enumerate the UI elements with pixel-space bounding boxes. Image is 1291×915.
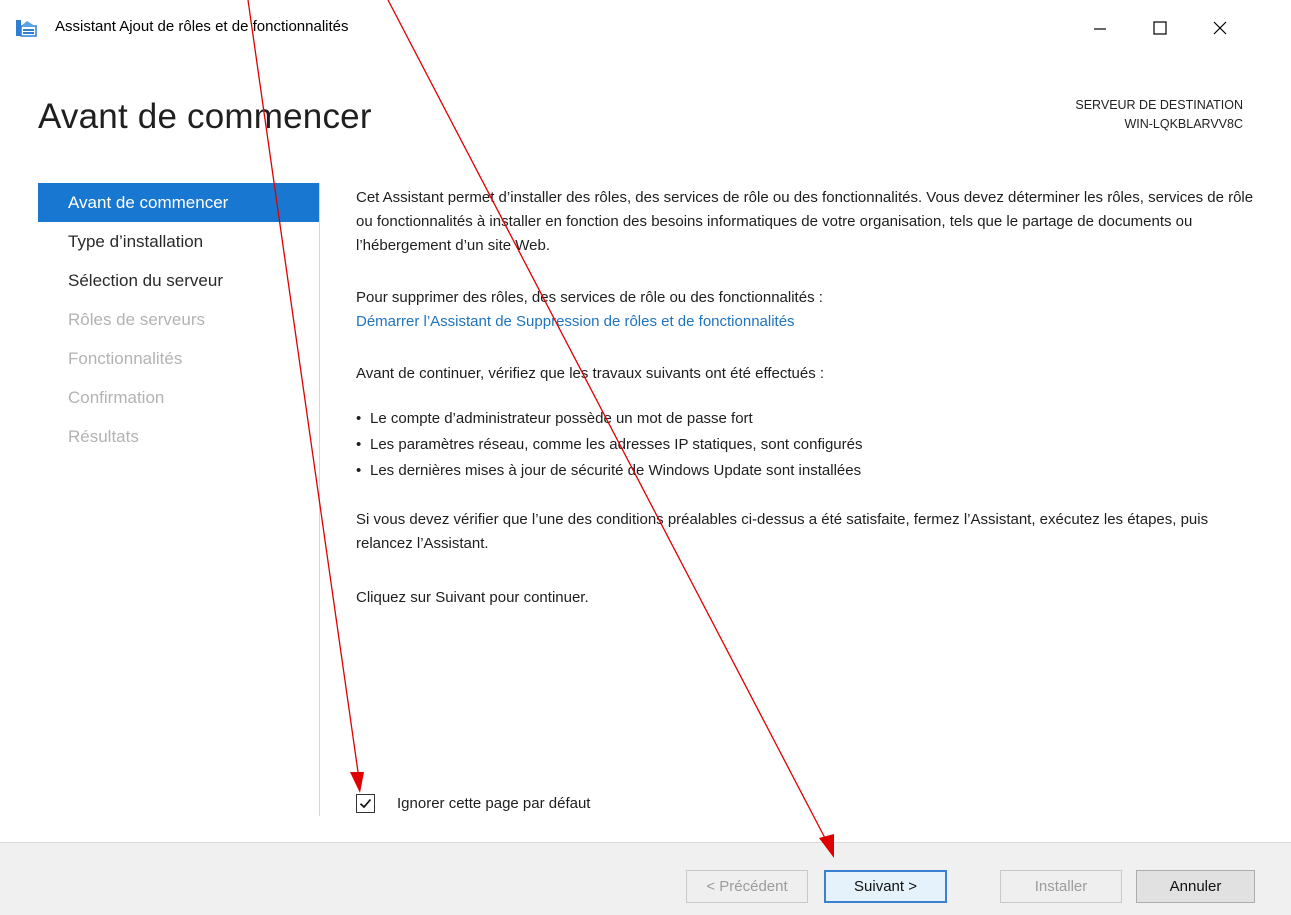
list-item: • Les paramètres réseau, comme les adress…: [356, 432, 1261, 458]
maximize-icon: [1153, 21, 1167, 35]
minimize-button[interactable]: [1080, 14, 1120, 42]
previous-button[interactable]: < Précédent: [686, 870, 808, 903]
bullet-icon: •: [356, 462, 362, 479]
window-title: Assistant Ajout de rôles et de fonctionn…: [55, 18, 349, 35]
install-button[interactable]: Installer: [1000, 870, 1122, 903]
prerequisites-list: • Le compte d’administrateur possède un m…: [356, 406, 1261, 484]
remove-section: Pour supprimer des rôles, des services d…: [356, 286, 1261, 334]
sidebar-item-resultats: Résultats: [68, 427, 139, 446]
sidebar-item-avant-de-commencer[interactable]: Avant de commencer: [38, 183, 320, 222]
sidebar-item-selection-serveur[interactable]: Sélection du serveur: [38, 261, 320, 300]
before-continue-text: Avant de continuer, vérifiez que les tra…: [356, 365, 825, 382]
list-item: • Les dernières mises à jour de sécurité …: [356, 458, 1261, 484]
wizard-footer: < Précédent Suivant > Installer Annuler: [0, 842, 1291, 915]
wizard-steps-sidebar: Avant de commencer Type d’installation S…: [38, 183, 320, 456]
title-bar: Assistant Ajout de rôles et de fonctionn…: [0, 0, 1291, 56]
prereq-note: Si vous devez vérifier que l’une des con…: [356, 511, 1209, 552]
maximize-button[interactable]: [1140, 14, 1180, 42]
remove-text: Pour supprimer des rôles, des services d…: [356, 289, 823, 306]
bullet-icon: •: [356, 436, 362, 453]
sidebar-item-type-installation[interactable]: Type d’installation: [38, 222, 320, 261]
minimize-icon: [1094, 28, 1106, 30]
cancel-button[interactable]: Annuler: [1136, 870, 1255, 903]
skip-page-checkbox[interactable]: [356, 793, 375, 813]
skip-page-label: Ignorer cette page par défaut: [397, 794, 591, 812]
sidebar-item-fonctionnalites: Fonctionnalités: [68, 349, 183, 368]
close-icon: [1213, 21, 1227, 35]
sidebar-divider: [319, 183, 320, 816]
sidebar-item-roles-serveurs: Rôles de serveurs: [68, 310, 206, 329]
destination-server: SERVEUR DE DESTINATION WIN-LQKBLARVV8C: [1075, 96, 1243, 134]
checkmark-icon: [359, 798, 372, 808]
sidebar-item-confirmation: Confirmation: [68, 388, 165, 407]
destination-server-name: WIN-LQKBLARVV8C: [1124, 117, 1243, 131]
skip-page-option[interactable]: Ignorer cette page par défaut: [356, 791, 590, 815]
remove-roles-link[interactable]: Démarrer l’Assistant de Suppression de r…: [356, 313, 795, 330]
close-button[interactable]: [1200, 14, 1240, 42]
destination-label: SERVEUR DE DESTINATION: [1075, 98, 1243, 112]
intro-text: Cet Assistant permet d’installer des rôl…: [356, 189, 1254, 254]
click-next-text: Cliquez sur Suivant pour continuer.: [356, 589, 589, 606]
bullet-icon: •: [356, 410, 362, 427]
server-manager-icon: [15, 17, 37, 39]
list-item: • Le compte d’administrateur possède un m…: [356, 406, 1261, 432]
page-title: Avant de commencer: [38, 97, 372, 136]
next-button[interactable]: Suivant >: [824, 870, 947, 903]
